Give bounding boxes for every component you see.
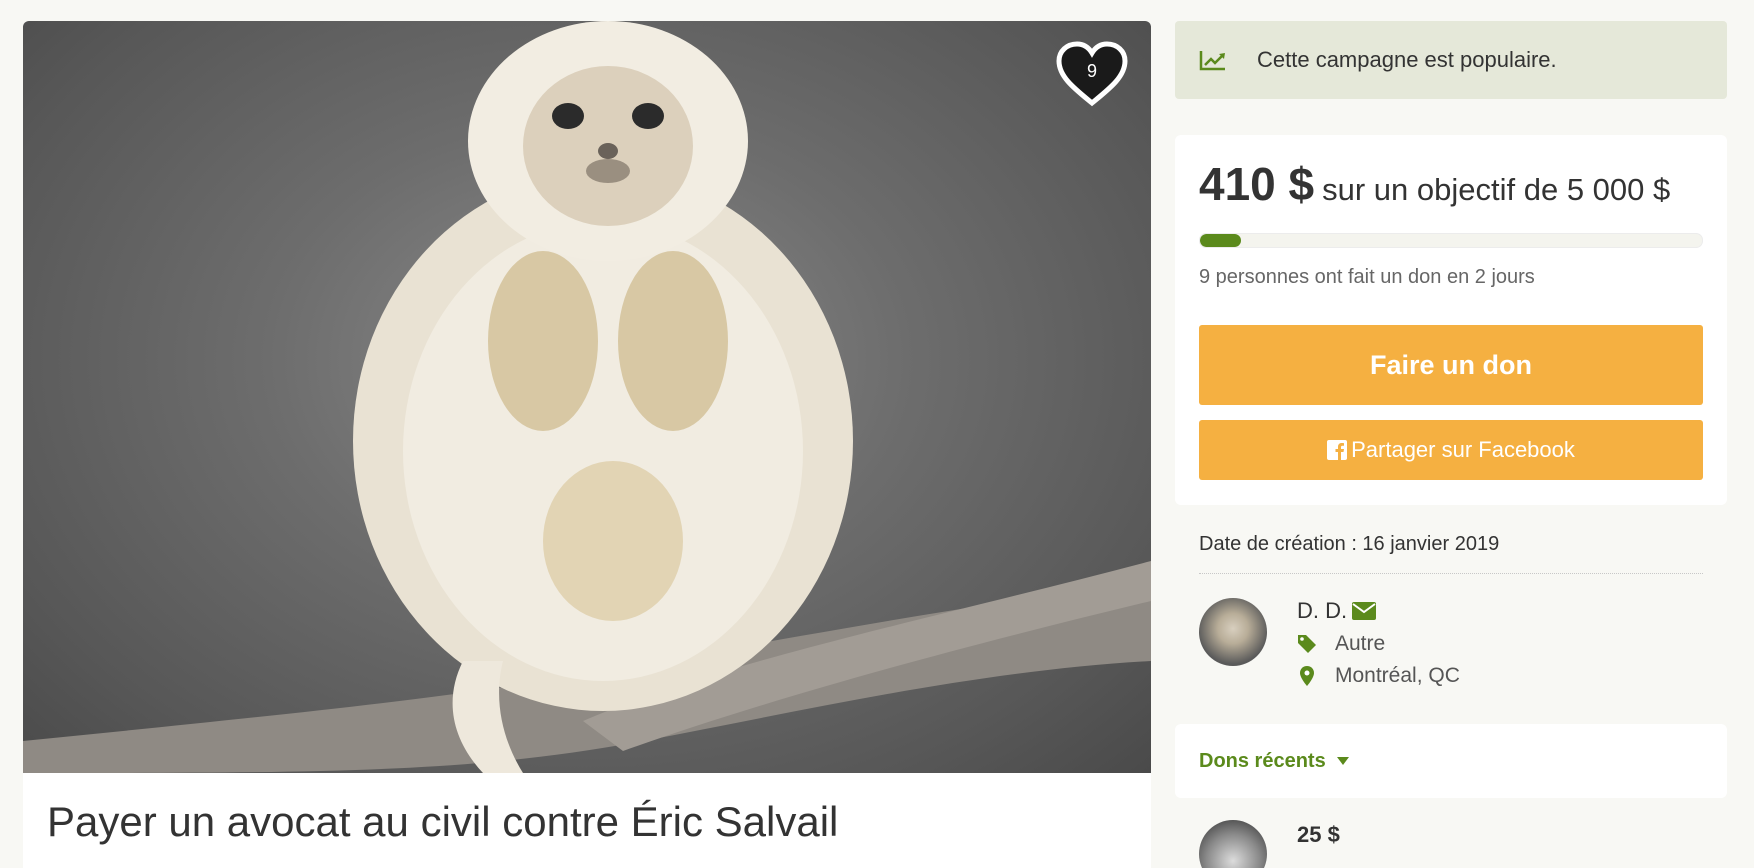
campaign-page: 9 Payer un avocat au civil contre Éric S… [0, 0, 1754, 868]
favorite-count: 9 [1086, 61, 1097, 81]
share-label: Partager sur Facebook [1351, 437, 1575, 462]
trending-up-icon [1199, 51, 1225, 71]
tag-icon [1297, 634, 1317, 654]
donor-avatar [1199, 820, 1267, 868]
location-text: Montréal, QC [1335, 664, 1460, 687]
recent-donations-toggle[interactable]: Dons récents [1175, 724, 1727, 798]
envelope-icon[interactable] [1352, 602, 1377, 620]
raised-amount: 410 $ [1199, 158, 1315, 210]
monkey-illustration [23, 21, 1151, 773]
favorite-button[interactable]: 9 [1055, 41, 1129, 107]
donation-item: 25 $ [1175, 820, 1727, 868]
owner-name[interactable]: D. D. [1297, 598, 1347, 624]
owner-block: D. D. Autre Montréal, QC [1199, 598, 1703, 688]
facebook-icon [1327, 440, 1348, 460]
category-row: Autre [1297, 632, 1460, 656]
location-row: Montréal, QC [1297, 664, 1460, 688]
caret-down-icon [1336, 757, 1349, 765]
donation-amount: 25 $ [1297, 822, 1340, 847]
title-card: Payer un avocat au civil contre Éric Sal… [23, 773, 1151, 868]
recent-donations-label: Dons récents [1199, 749, 1326, 772]
campaign-meta: Date de création : 16 janvier 2019 D. D. [1175, 533, 1727, 688]
owner-name-row: D. D. [1297, 598, 1460, 624]
campaign-photo: 9 [23, 21, 1151, 773]
progress-fill [1200, 234, 1242, 247]
funding-card: 410 $ sur un objectif de 5 000 $ 9 perso… [1175, 135, 1727, 505]
share-facebook-button[interactable]: Partager sur Facebook [1199, 420, 1703, 480]
map-marker-icon [1297, 666, 1317, 686]
progress-bar [1199, 233, 1703, 248]
owner-avatar[interactable] [1199, 598, 1267, 666]
campaign-sidebar: Cette campagne est populaire. 410 $ sur … [1175, 21, 1727, 868]
campaign-main: 9 Payer un avocat au civil contre Éric S… [23, 21, 1151, 868]
owner-info: D. D. Autre Montréal, QC [1297, 598, 1460, 688]
creation-date: Date de création : 16 janvier 2019 [1199, 533, 1703, 574]
campaign-title: Payer un avocat au civil contre Éric Sal… [47, 798, 839, 845]
category-text: Autre [1335, 632, 1386, 655]
popular-text: Cette campagne est populaire. [1257, 47, 1557, 72]
goal-text: sur un objectif de 5 000 $ [1322, 172, 1671, 207]
amount-line: 410 $ sur un objectif de 5 000 $ [1199, 157, 1703, 211]
donors-summary: 9 personnes ont fait un don en 2 jours [1199, 266, 1535, 288]
donate-button[interactable]: Faire un don [1199, 325, 1703, 405]
popular-banner: Cette campagne est populaire. [1175, 21, 1727, 99]
